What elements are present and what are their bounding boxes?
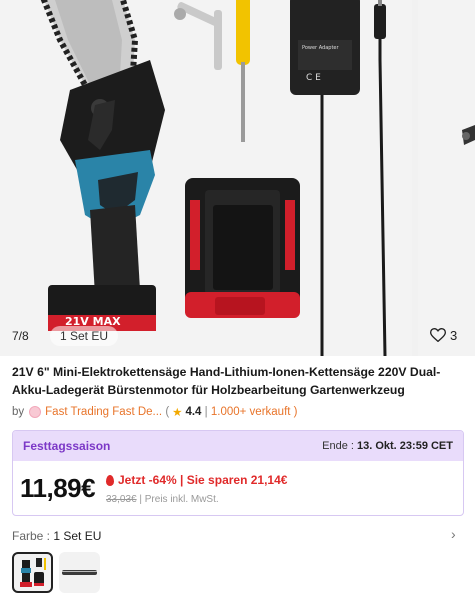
- product-main-image[interactable]: 21V MAX Power Adapter C E: [0, 0, 412, 356]
- variant-thumb-set-eu[interactable]: [12, 552, 53, 593]
- deal-end-time: Ende : 13. Okt. 23:59 CET: [322, 440, 453, 452]
- spare-battery-illustration: [185, 178, 300, 318]
- deal-name: Festtagssaison: [23, 439, 111, 453]
- image-variant-chip: 1 Set EU: [50, 326, 119, 346]
- original-price: 33,03€ | Preis inkl. MwSt.: [106, 494, 219, 505]
- seller-line: by Fast Trading Fast De... ( ★ 4.4 | 1.0…: [12, 406, 298, 419]
- variant-selector-label[interactable]: Farbe : 1 Set EU: [12, 529, 101, 543]
- svg-text:Power Adapter: Power Adapter: [302, 45, 339, 51]
- current-price: 11,89€: [20, 473, 96, 503]
- image-counter: 7/8: [12, 329, 29, 343]
- seller-rating: 4.4: [185, 406, 202, 418]
- shop-icon: [29, 406, 42, 418]
- next-product-image-preview[interactable]: [418, 0, 475, 356]
- variant-thumb-image-alt: [62, 570, 97, 575]
- product-title: 21V 6" Mini-Elektrokettensäge Hand-Lithi…: [12, 365, 441, 397]
- deal-end-label: Ende :: [322, 440, 354, 452]
- deal-end-date: 13. Okt. 23:59 CET: [357, 440, 453, 452]
- svg-text:C E: C E: [306, 73, 321, 83]
- variant-thumb-image: [20, 558, 46, 587]
- heart-icon: [430, 328, 446, 342]
- screwdriver-illustration: [236, 0, 250, 142]
- power-adapter-illustration: Power Adapter C E: [290, 0, 387, 356]
- deal-card: Festtagssaison Ende : 13. Okt. 23:59 CET…: [12, 430, 464, 516]
- sold-count: 1.000+ verkauft: [210, 406, 291, 418]
- next-image-photo: [462, 125, 475, 145]
- hex-key-illustration: [174, 2, 222, 70]
- seller-name-link[interactable]: Fast Trading Fast De...: [45, 406, 162, 418]
- variant-thumbnails: [12, 552, 100, 593]
- strikethrough-price: 33,03€: [106, 494, 137, 505]
- product-image-gallery[interactable]: 21V MAX Power Adapter C E 7/8 1 Set EU 3: [0, 0, 475, 356]
- star-icon: ★: [172, 407, 183, 419]
- seller-prefix: by: [12, 406, 25, 418]
- discount-info: Jetzt -64% | Sie sparen 21,14€: [106, 473, 287, 487]
- variant-label: Farbe :: [12, 529, 51, 543]
- product-photo: 21V MAX Power Adapter C E: [40, 0, 387, 356]
- variant-value: 1 Set EU: [53, 529, 102, 543]
- wishlist-count: 3: [450, 327, 458, 343]
- flame-icon: [106, 474, 114, 486]
- variant-thumb-alt[interactable]: [59, 552, 100, 593]
- chevron-right-icon[interactable]: ›: [451, 526, 456, 542]
- wishlist-button[interactable]: 3: [430, 322, 470, 348]
- price-tax-note: | Preis inkl. MwSt.: [139, 494, 219, 505]
- discount-text: Jetzt -64% | Sie sparen 21,14€: [118, 473, 288, 487]
- chainsaw-illustration: 21V MAX: [40, 0, 165, 331]
- price-section: 11,89€ Jetzt -64% | Sie sparen 21,14€ 33…: [13, 461, 463, 515]
- deal-header: Festtagssaison Ende : 13. Okt. 23:59 CET: [13, 431, 463, 461]
